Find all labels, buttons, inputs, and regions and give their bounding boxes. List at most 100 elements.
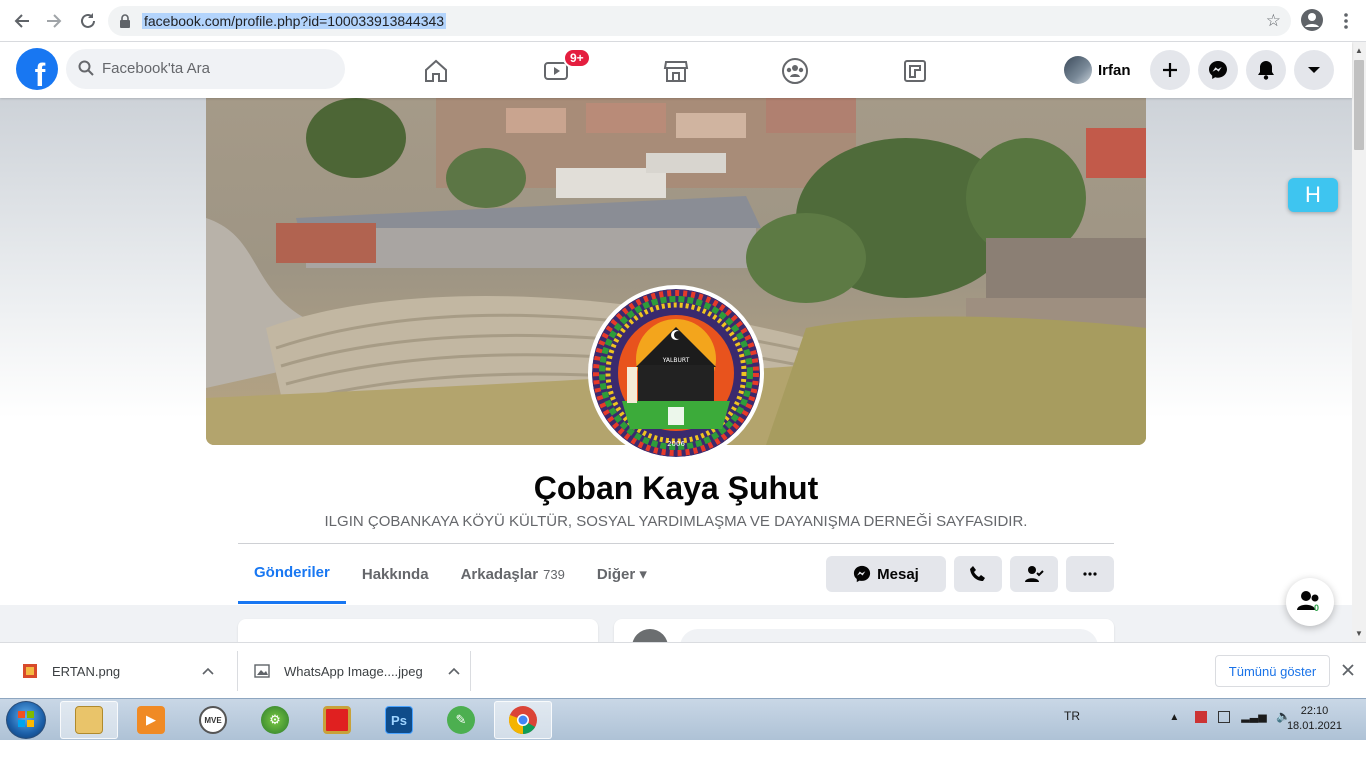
search-placeholder: Facebook'ta Ara — [102, 60, 210, 77]
message-button[interactable]: Mesaj — [826, 556, 946, 592]
account-icon[interactable] — [1300, 8, 1324, 32]
address-bar[interactable]: facebook.com/profile.php?id=100033913844… — [108, 6, 1291, 36]
lock-icon — [120, 14, 130, 28]
mve-icon: MVE — [199, 706, 227, 734]
extension-h-button[interactable]: H — [1288, 178, 1338, 212]
chrome-icon — [508, 706, 537, 734]
watch-badge: 9+ — [563, 48, 591, 68]
more-options-button[interactable] — [1066, 556, 1114, 592]
clock-time: 22:10 — [1300, 705, 1329, 717]
download-shelf: ERTAN.png WhatsApp Image....jpeg Tümünü … — [0, 642, 1366, 698]
taskbar-chrome[interactable] — [494, 701, 552, 739]
chevron-up-icon[interactable] — [448, 667, 460, 675]
friends-count: 739 — [543, 566, 565, 582]
chrome-menu-icon[interactable] — [1334, 9, 1358, 33]
logo-label: YALBURT — [662, 357, 690, 364]
caret-down-icon — [1308, 67, 1320, 73]
tray-flag-icon[interactable] — [1194, 710, 1207, 723]
people-icon — [1297, 591, 1319, 610]
facebook-logo[interactable]: f — [16, 48, 58, 90]
messenger-button[interactable] — [1198, 50, 1238, 90]
tab-friends[interactable]: Arkadaşlar 739 — [445, 544, 581, 604]
post-avatar — [632, 629, 668, 642]
nav-gaming-tab[interactable] — [860, 48, 970, 94]
download-item[interactable]: ERTAN.png — [22, 643, 214, 699]
friend-check-icon — [1025, 566, 1044, 582]
facebook-top-nav: f Facebook'ta Ara 9+ Irfan — [0, 42, 1352, 98]
taskbar-explorer[interactable] — [60, 701, 118, 739]
image-file-icon — [254, 664, 270, 678]
taskbar-gears-app[interactable]: ⚙ — [246, 701, 304, 739]
screen-bottom — [0, 740, 1366, 768]
scroll-thumb[interactable] — [1354, 60, 1364, 150]
phone-icon — [970, 566, 985, 581]
download-item[interactable]: WhatsApp Image....jpeg — [254, 643, 460, 699]
frame-app-icon — [323, 706, 351, 734]
corel-icon: ✎ — [447, 706, 475, 734]
taskbar-mve[interactable]: MVE — [184, 701, 242, 739]
logo-year: 2006 — [667, 440, 685, 448]
new-friends-button[interactable]: 0 — [1286, 578, 1334, 626]
page-bio: ILGIN ÇOBANKAYA KÖYÜ KÜLTÜR, SOSYAL YARD… — [324, 513, 1028, 530]
messenger-icon — [854, 565, 871, 583]
chevron-up-icon[interactable] — [202, 667, 214, 675]
forward-icon[interactable] — [42, 9, 66, 33]
gears-icon: ⚙ — [261, 706, 289, 734]
nav-marketplace-tab[interactable] — [621, 48, 731, 94]
friend-status-button[interactable] — [1010, 556, 1058, 592]
bookmark-star-icon[interactable]: ☆ — [1266, 11, 1281, 31]
facebook-search[interactable]: Facebook'ta Ara — [66, 49, 345, 89]
download-filename: WhatsApp Image....jpeg — [284, 663, 423, 679]
tab-more[interactable]: Diğer ▾ — [581, 544, 663, 604]
message-button-label: Mesaj — [877, 565, 919, 583]
taskbar-photoshop[interactable]: Ps — [370, 701, 428, 739]
tab-posts[interactable]: Gönderiler — [238, 544, 346, 604]
account-menu-button[interactable] — [1294, 50, 1334, 90]
clock-date: 18.01.2021 — [1286, 720, 1342, 732]
system-tray: TR ▲ ▂▃▅ 🔈 — [1064, 709, 1291, 723]
system-clock[interactable]: 22:10 18.01.2021 — [1287, 704, 1342, 734]
taskbar-media-player[interactable]: ▶ — [122, 701, 180, 739]
tray-expand-icon[interactable]: ▲ — [1169, 712, 1179, 723]
profile-picture[interactable]: YALBURT 2006 — [588, 285, 764, 461]
create-button[interactable] — [1150, 50, 1190, 90]
start-button[interactable] — [6, 701, 46, 739]
extension-letter: H — [1305, 182, 1321, 207]
tab-about[interactable]: Hakkında — [346, 544, 445, 604]
page-scrollbar[interactable]: ▲ ▼ — [1352, 42, 1366, 642]
intro-card — [238, 619, 598, 642]
call-button[interactable] — [954, 556, 1002, 592]
tab-posts-label: Gönderiler — [254, 564, 330, 581]
taskbar-frame-app[interactable] — [308, 701, 366, 739]
scroll-down-icon[interactable]: ▼ — [1355, 629, 1363, 638]
url-text[interactable]: facebook.com/profile.php?id=100033913844… — [142, 13, 447, 29]
close-shelf-icon[interactable] — [1342, 663, 1354, 681]
windows-logo-icon — [18, 711, 34, 727]
user-profile-chip[interactable]: Irfan — [1060, 50, 1131, 90]
scroll-up-icon[interactable]: ▲ — [1355, 46, 1363, 55]
tab-friends-label: Arkadaşlar — [460, 565, 539, 583]
create-post-card — [614, 619, 1114, 642]
download-filename: ERTAN.png — [52, 663, 121, 679]
show-all-downloads-button[interactable]: Tümünü göster — [1215, 655, 1330, 687]
notifications-button[interactable] — [1246, 50, 1286, 90]
reload-icon[interactable] — [76, 9, 100, 33]
media-player-icon: ▶ — [137, 706, 165, 734]
language-indicator[interactable]: TR — [1064, 709, 1080, 723]
network-signal-icon[interactable]: ▂▃▅ — [1241, 711, 1266, 723]
taskbar-corel[interactable]: ✎ — [432, 701, 490, 739]
post-input[interactable] — [680, 629, 1098, 642]
profile-tabs: Gönderiler Hakkında Arkadaşlar 739 Diğer… — [238, 544, 663, 604]
tray-device-icon[interactable] — [1217, 710, 1230, 723]
nav-groups-tab[interactable] — [740, 48, 850, 94]
page-title: Çoban Kaya Şuhut — [533, 470, 819, 506]
home-icon — [425, 59, 447, 82]
nav-watch-tab[interactable]: 9+ — [501, 48, 611, 94]
download-separator — [470, 651, 471, 691]
profile-page: YALBURT 2006 Çoban Kaya Şuhut ILGIN ÇOBA… — [0, 98, 1352, 642]
back-icon[interactable] — [10, 9, 34, 33]
png-file-icon — [23, 664, 37, 678]
plus-icon — [1163, 63, 1177, 77]
download-separator — [237, 651, 238, 691]
nav-home-tab[interactable] — [381, 48, 491, 94]
